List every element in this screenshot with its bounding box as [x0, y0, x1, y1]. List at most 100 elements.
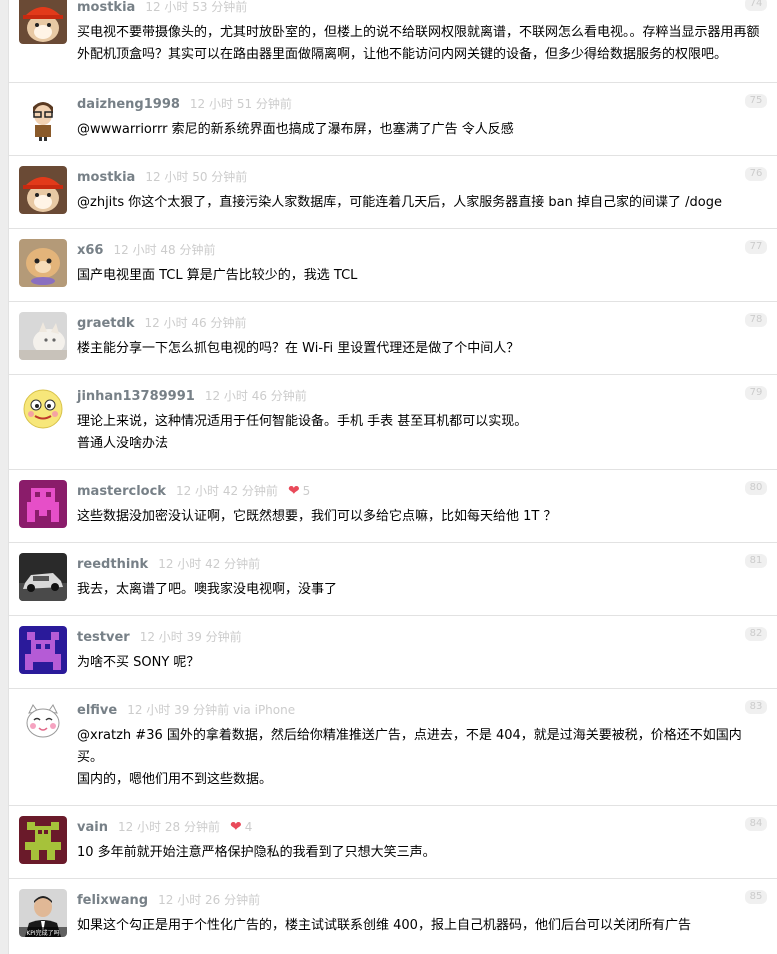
username-link[interactable]: daizheng1998 [77, 97, 180, 112]
reply-text: 为啥不买 SONY 呢？ [77, 655, 200, 670]
reply-item: mostkia 12 小时 53 分钟前 74 买电视不要带摄像头的，尤其时放卧室… [9, 0, 777, 83]
username-link[interactable]: mostkia [77, 170, 135, 185]
cartoon-person-avatar[interactable] [19, 93, 67, 141]
reply-content: 如果这个勾正是用于个性化广告的，楼主试试联系创维 400，报上自己机器码，他们后… [77, 915, 767, 937]
shiba-hardhat-avatar[interactable] [19, 166, 67, 214]
car-photo-avatar[interactable] [19, 553, 67, 601]
smiley-face-avatar[interactable] [19, 385, 67, 433]
reply-meta: vain 12 小时 28 分钟前 ❤ 4 [77, 817, 252, 837]
reply-text: @xratzh #36 国外的拿着数据，然后给你精准推送广告，点进去，不是 40… [77, 728, 742, 765]
username-link[interactable]: graetdk [77, 316, 134, 331]
reply-number: 75 [745, 94, 767, 108]
reply-meta: mostkia 12 小时 53 分钟前 [77, 0, 247, 17]
reply-time: 12 小时 26 分钟前 [158, 893, 261, 907]
reply-number: 80 [745, 481, 767, 495]
pixel-green-avatar[interactable] [19, 816, 67, 864]
reply-item: daizheng1998 12 小时 51 分钟前 75 @wwwarriorrr… [9, 83, 777, 156]
reply-content: 楼主能分享一下怎么抓包电视的吗？在 Wi-Fi 里设置代理还是做了个中间人？ [77, 338, 767, 360]
reply-content: 国产电视里面 TCL 算是广告比较少的，我选 TCL [77, 265, 767, 287]
shiba-hardhat-avatar[interactable] [19, 0, 67, 44]
reply-number: 84 [745, 817, 767, 831]
username-link[interactable]: jinhan13789991 [77, 389, 195, 404]
reply-item: mostkia 12 小时 50 分钟前 76 @zhjits 你这个太狠了，直接… [9, 156, 777, 229]
cat-photo-avatar[interactable] [19, 312, 67, 360]
reply-text: 国产电视里面 TCL 算是广告比较少的，我选 TCL [77, 268, 358, 283]
reply-content: 这些数据没加密没认证啊，它既然想要，我们可以多给它点嘛，比如每天给他 1T ？ [77, 506, 767, 528]
reply-item: testver 12 小时 39 分钟前 82 为啥不买 SONY 呢？ [9, 616, 777, 689]
reply-content: 我去，太离谱了吧。噢我家没电视啊，没事了 [77, 579, 767, 601]
reply-meta: elfive 12 小时 39 分钟前 via iPhone [77, 700, 295, 720]
reply-number: 82 [745, 627, 767, 641]
pixel-blue-avatar[interactable] [19, 626, 67, 674]
reply-meta: testver 12 小时 39 分钟前 [77, 627, 242, 647]
reply-content: @xratzh #36 国外的拿着数据，然后给你精准推送广告，点进去，不是 40… [77, 725, 767, 791]
reply-time: 12 小时 42 分钟前 [175, 484, 278, 498]
username-link[interactable]: felixwang [77, 893, 148, 908]
reply-meta: x66 12 小时 48 分钟前 [77, 240, 215, 260]
username-link[interactable]: masterclock [77, 484, 166, 499]
reply-number: 77 [745, 240, 767, 254]
reply-number: 74 [745, 0, 767, 11]
puppy-photo-avatar[interactable] [19, 239, 67, 287]
reply-time: 12 小时 53 分钟前 [145, 0, 248, 14]
reply-text: @wwwarriorrr 索尼的新系统界面也搞成了瀑布屏，也塞满了广告 令人反感 [77, 122, 514, 137]
reply-item: reedthink 12 小时 42 分钟前 81 我去，太离谱了吧。噢我家没电视… [9, 543, 777, 616]
reply-number: 76 [745, 167, 767, 181]
heart-icon[interactable]: ❤ [230, 817, 242, 837]
reply-number: 81 [745, 554, 767, 568]
username-link[interactable]: x66 [77, 243, 103, 258]
topic-replies-page: mostkia 12 小时 53 分钟前 74 买电视不要带摄像头的，尤其时放卧室… [0, 0, 777, 954]
reply-meta: daizheng1998 12 小时 51 分钟前 [77, 94, 292, 114]
reply-content: @wwwarriorrr 索尼的新系统界面也搞成了瀑布屏，也塞满了广告 令人反感 [77, 119, 767, 141]
reply-list: mostkia 12 小时 53 分钟前 74 买电视不要带摄像头的，尤其时放卧室… [9, 0, 777, 954]
reply-item: elfive 12 小时 39 分钟前 via iPhone 83 @xratzh… [9, 689, 777, 806]
reply-content: 为啥不买 SONY 呢？ [77, 652, 767, 674]
reply-item: x66 12 小时 48 分钟前 77 国产电视里面 TCL 算是广告比较少的，我… [9, 229, 777, 302]
left-gutter [0, 0, 9, 954]
reply-item: graetdk 12 小时 46 分钟前 78 楼主能分享一下怎么抓包电视的吗？在… [9, 302, 777, 375]
reply-text: 理论上来说，这种情况适用于任何智能设备。手机 手表 甚至耳机都可以实现。 [77, 414, 528, 429]
reply-number: 85 [745, 890, 767, 904]
reply-text: 买电视不要带摄像头的，尤其时放卧室的，但楼上的说不给联网权限就离谱，不联网怎么看… [77, 25, 760, 62]
reply-content: 10 多年前就开始注意严格保护隐私的我看到了只想大笑三声。 [77, 842, 767, 864]
reply-meta: masterclock 12 小时 42 分钟前 ❤ 5 [77, 481, 310, 501]
username-link[interactable]: vain [77, 820, 108, 835]
reply-item: vain 12 小时 28 分钟前 ❤ 4 84 10 多年前就开始注意严格保护隐私的… [9, 806, 777, 879]
reply-item: masterclock 12 小时 42 分钟前 ❤ 5 80 这些数据没加密没认证啊… [9, 470, 777, 543]
reply-meta: mostkia 12 小时 50 分钟前 [77, 167, 247, 187]
username-link[interactable]: mostkia [77, 0, 135, 15]
reply-time: 12 小时 46 分钟前 [144, 316, 247, 330]
avatar-caption: KPI完成了吗 [26, 929, 59, 937]
reply-number: 79 [745, 386, 767, 400]
person-photo-avatar[interactable]: KPI完成了吗 [19, 889, 67, 937]
reply-number: 83 [745, 700, 767, 714]
username-link[interactable]: elfive [77, 703, 117, 718]
reply-text: 10 多年前就开始注意严格保护隐私的我看到了只想大笑三声。 [77, 845, 436, 860]
reply-text: @zhjits 你这个太狠了，直接污染人家数据库，可能连着几天后，人家服务器直接… [77, 195, 722, 210]
reply-text: 我去，太离谱了吧。噢我家没电视啊，没事了 [77, 582, 338, 597]
username-link[interactable]: testver [77, 630, 130, 645]
reply-time: 12 小时 42 分钟前 [158, 557, 261, 571]
reply-text: 普通人没啥办法 [77, 436, 169, 451]
reply-time: 12 小时 48 分钟前 [113, 243, 216, 257]
reply-time: 12 小时 39 分钟前 [139, 630, 242, 644]
reply-text: 如果这个勾正是用于个性化广告的，楼主试试联系创维 400，报上自己机器码，他们后… [77, 918, 691, 933]
like-count: 5 [302, 484, 311, 498]
reply-text: 国内的，嗯他们用不到这些数据。 [77, 772, 273, 787]
reply-number: 78 [745, 313, 767, 327]
cartoon-cat-avatar[interactable] [19, 699, 67, 747]
like-count: 4 [244, 820, 253, 834]
reply-item: jinhan13789991 12 小时 46 分钟前 79 理论上来说，这种情况… [9, 375, 777, 470]
reply-content: 理论上来说，这种情况适用于任何智能设备。手机 手表 甚至耳机都可以实现。 普通人… [77, 411, 767, 455]
reply-text: 这些数据没加密没认证啊，它既然想要，我们可以多给它点嘛，比如每天给他 1T ？ [77, 509, 557, 524]
pixel-purple-avatar[interactable] [19, 480, 67, 528]
reply-item: KPI完成了吗 felixwang 12 小时 26 分钟前 85 如果这个勾正是… [9, 879, 777, 954]
reply-meta: reedthink 12 小时 42 分钟前 [77, 554, 260, 574]
reply-content: 买电视不要带摄像头的，尤其时放卧室的，但楼上的说不给联网权限就离谱，不联网怎么看… [77, 22, 767, 66]
reply-meta: felixwang 12 小时 26 分钟前 [77, 890, 260, 910]
reply-time: 12 小时 50 分钟前 [145, 170, 248, 184]
reply-content: @zhjits 你这个太狠了，直接污染人家数据库，可能连着几天后，人家服务器直接… [77, 192, 767, 214]
heart-icon[interactable]: ❤ [288, 481, 300, 501]
username-link[interactable]: reedthink [77, 557, 148, 572]
reply-time: 12 小时 39 分钟前 via iPhone [127, 703, 296, 717]
